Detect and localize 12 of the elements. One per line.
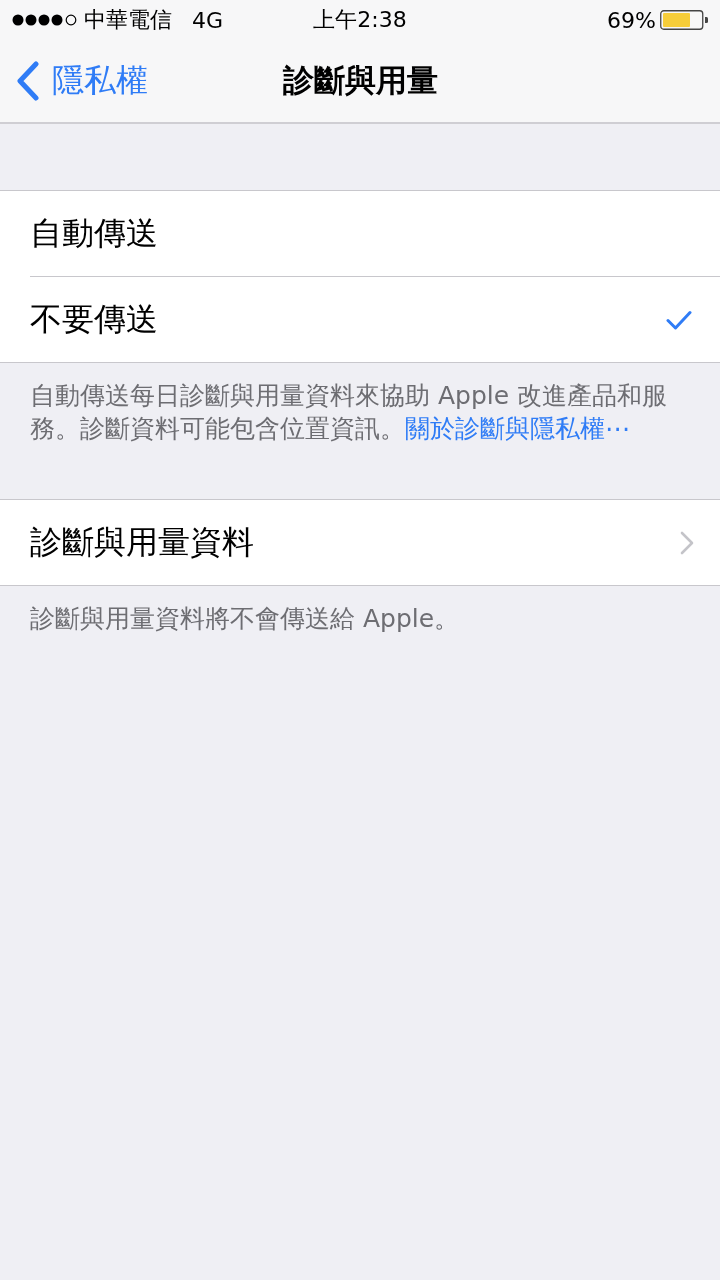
page-title: 診斷與用量 bbox=[282, 61, 438, 100]
signal-icon bbox=[12, 14, 78, 26]
battery-percent: 69% bbox=[607, 7, 656, 33]
network-type: 4G bbox=[192, 7, 224, 33]
footer-note: 診斷與用量資料將不會傳送給 Apple。 bbox=[29, 603, 461, 635]
back-button[interactable]: 隱私權 bbox=[0, 59, 148, 103]
status-time: 上午2:38 bbox=[313, 6, 407, 34]
chevron-left-icon bbox=[16, 61, 40, 101]
carrier-name: 中華電信 bbox=[84, 6, 172, 34]
footer-note: 自動傳送每日診斷與用量資料來協助 Apple 改進產品和服務。診斷資料可能包含位置資訊。關於診斷與隱私權⋯ bbox=[29, 380, 669, 445]
battery-icon bbox=[660, 10, 708, 30]
chevron-right-icon bbox=[680, 530, 694, 555]
